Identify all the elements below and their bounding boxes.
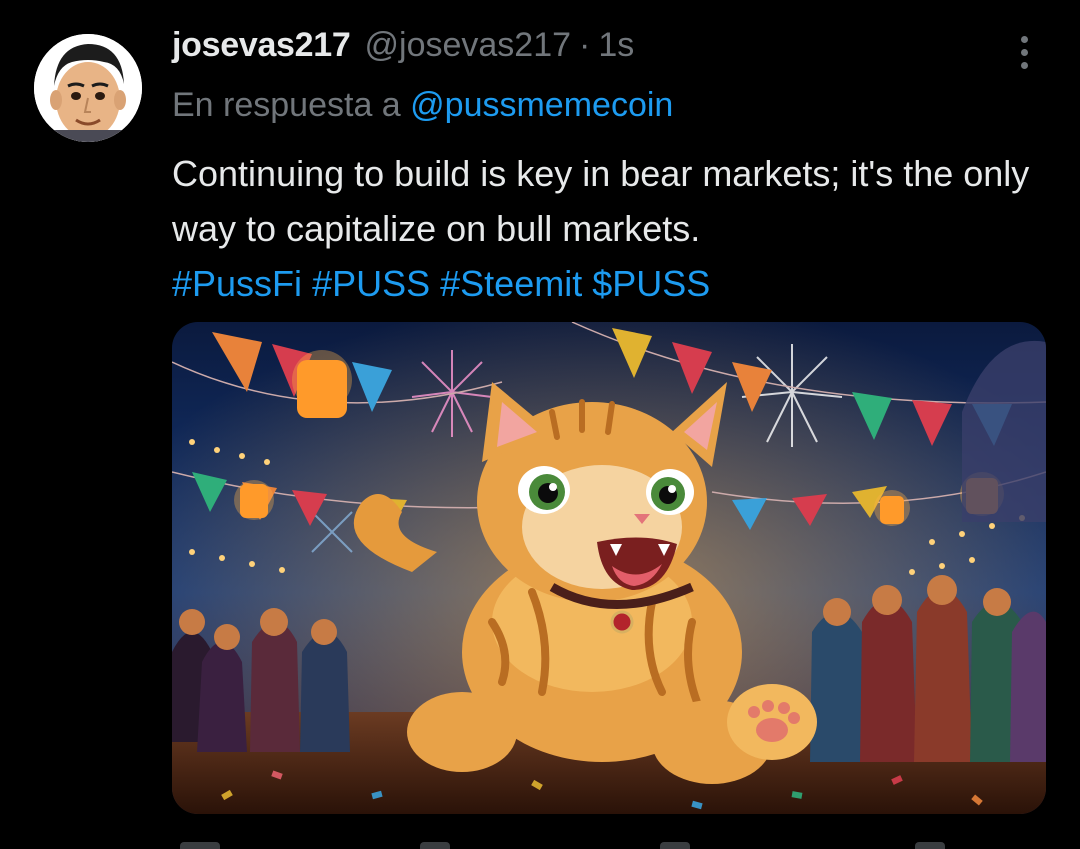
reply-icon[interactable] <box>180 842 220 849</box>
festival-cat-illustration <box>172 322 1046 814</box>
views-icon[interactable] <box>915 842 945 849</box>
tweet-text: Continuing to build is key in bear marke… <box>172 146 1032 311</box>
like-icon[interactable] <box>660 842 690 849</box>
hashtag-pussfi[interactable]: #PussFi <box>172 263 302 304</box>
timestamp[interactable]: 1s <box>598 26 634 65</box>
tweet-body: Continuing to build is key in bear marke… <box>172 153 1030 249</box>
separator-dot: · <box>579 26 591 64</box>
reply-context: En respuesta a @pussmemecoin <box>172 86 673 125</box>
user-handle[interactable]: @josevas217 <box>365 26 572 65</box>
avatar-face-icon <box>34 34 142 142</box>
cashtag-puss[interactable]: $PUSS <box>592 263 710 304</box>
tweet-media-image[interactable] <box>172 322 1046 814</box>
retweet-icon[interactable] <box>420 842 450 849</box>
hashtag-steemit[interactable]: #Steemit <box>440 263 582 304</box>
hashtag-list: #PussFi #PUSS #Steemit $PUSS <box>172 263 710 304</box>
reply-mention-link[interactable]: @pussmemecoin <box>410 86 673 124</box>
more-options-icon[interactable] <box>1010 32 1040 72</box>
tweet-actions-bar <box>0 840 1080 849</box>
hashtag-puss[interactable]: #PUSS <box>312 263 430 304</box>
reply-prefix: En respuesta a <box>172 86 401 124</box>
avatar[interactable] <box>34 34 142 142</box>
display-name[interactable]: josevas217 <box>172 26 351 65</box>
tweet-header: josevas217 @josevas217 · 1s <box>172 26 634 72</box>
